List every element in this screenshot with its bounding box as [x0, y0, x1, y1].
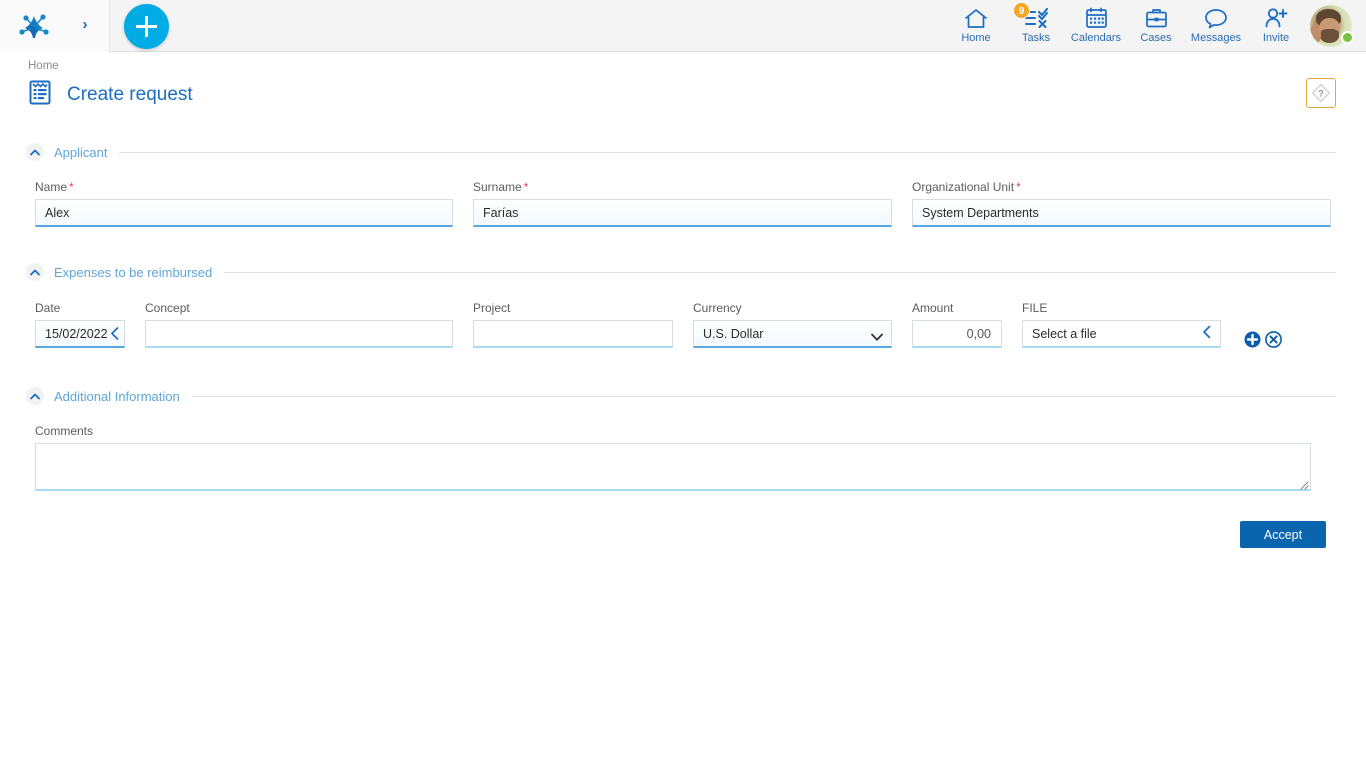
form-clipboard-icon [26, 78, 54, 111]
nav-item-tasks[interactable]: 9 Tasks [1006, 0, 1066, 52]
name-input[interactable] [35, 199, 453, 227]
date-field [35, 320, 125, 349]
file-field [1022, 320, 1221, 349]
messages-icon [1204, 5, 1228, 31]
nav-item-invite[interactable]: Invite [1246, 0, 1306, 52]
top-navigation-bar: › Home 9 Tasks [0, 0, 1366, 52]
section-header-additional: Additional Information [26, 385, 1336, 407]
nav-label-cases: Cases [1140, 32, 1171, 44]
svg-text:?: ? [1318, 89, 1324, 99]
label-concept: Concept [145, 301, 190, 315]
amount-input[interactable] [912, 320, 1002, 348]
label-currency: Currency [693, 301, 742, 315]
create-new-button[interactable] [124, 4, 169, 49]
topbar-nav-items: Home 9 Tasks [946, 0, 1356, 52]
nav-item-calendars[interactable]: Calendars [1066, 0, 1126, 52]
section-collapse-toggle-expenses[interactable] [26, 263, 44, 281]
accept-button[interactable]: Accept [1240, 521, 1326, 548]
label-file: FILE [1022, 301, 1047, 315]
invite-icon [1264, 5, 1289, 31]
tasks-badge: 9 [1013, 2, 1030, 19]
section-collapse-toggle-additional[interactable] [26, 387, 44, 405]
section-divider [119, 152, 1336, 153]
add-row-icon[interactable] [1244, 331, 1260, 347]
user-avatar-menu[interactable] [1306, 0, 1356, 52]
organizational-unit-input[interactable] [912, 199, 1331, 227]
nav-item-home[interactable]: Home [946, 0, 1006, 52]
section-header-applicant: Applicant [26, 141, 1336, 163]
nav-item-messages[interactable]: Messages [1186, 0, 1246, 52]
remove-row-icon[interactable] [1265, 331, 1281, 347]
sidebar-expand-caret[interactable]: › [76, 14, 94, 36]
file-browse-icon[interactable] [1202, 325, 1211, 342]
status-badge-online [1341, 31, 1354, 44]
calendars-icon [1085, 5, 1108, 31]
cases-icon [1145, 5, 1168, 31]
nav-item-cases[interactable]: Cases [1126, 0, 1186, 52]
breadcrumb[interactable]: Home [28, 60, 59, 72]
section-title-expenses: Expenses to be reimbursed [54, 265, 212, 280]
label-organizational-unit: Organizational Unit* [912, 180, 1021, 194]
label-amount: Amount [912, 301, 953, 315]
label-comments: Comments [35, 424, 93, 438]
file-input[interactable] [1022, 320, 1221, 348]
surname-input[interactable] [473, 199, 892, 227]
section-title-applicant: Applicant [54, 145, 107, 160]
nav-label-tasks: Tasks [1022, 32, 1050, 44]
currency-select[interactable] [693, 320, 892, 348]
section-collapse-toggle-applicant[interactable] [26, 143, 44, 161]
section-divider [224, 272, 1336, 273]
section-header-expenses: Expenses to be reimbursed [26, 261, 1336, 283]
label-name: Name* [35, 180, 74, 194]
nav-label-messages: Messages [1191, 32, 1241, 44]
project-input[interactable] [473, 320, 673, 348]
nav-label-invite: Invite [1263, 32, 1289, 44]
label-project: Project [473, 301, 510, 315]
topbar-logo-area: › [0, 0, 110, 52]
label-date: Date [35, 301, 60, 315]
concept-input[interactable] [145, 320, 453, 348]
comments-textarea[interactable] [35, 443, 1311, 491]
calendar-picker-icon[interactable] [110, 327, 119, 343]
nav-label-calendars: Calendars [1071, 32, 1121, 44]
required-marker: * [69, 180, 74, 194]
section-divider [192, 396, 1336, 397]
page-title: Create request [67, 84, 193, 106]
required-marker: * [1016, 180, 1021, 194]
section-title-additional: Additional Information [54, 389, 180, 404]
page-header: Create request [26, 78, 193, 111]
nav-label-home: Home [961, 32, 990, 44]
app-logo[interactable] [16, 8, 52, 44]
required-marker: * [524, 180, 529, 194]
help-question-icon[interactable]: ? [1306, 78, 1336, 108]
home-icon [964, 5, 988, 31]
currency-field [693, 320, 892, 349]
label-surname: Surname* [473, 180, 528, 194]
